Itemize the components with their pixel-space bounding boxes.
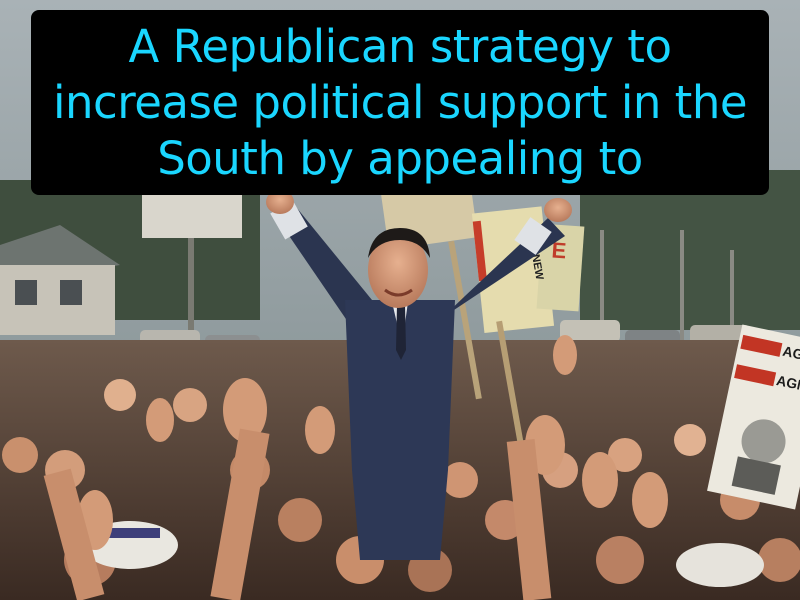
tie: [396, 305, 406, 360]
billboard: [142, 190, 242, 238]
white-hat: [676, 543, 764, 587]
definition-caption-text: A Republican strategy to increase politi…: [52, 19, 748, 185]
pole: [680, 230, 684, 340]
right-hand: [544, 198, 572, 222]
slide: E NEW AGNEW AGNEW A Republican strategy …: [0, 0, 800, 600]
definition-caption-box: A Republican strategy to increase politi…: [31, 10, 769, 195]
